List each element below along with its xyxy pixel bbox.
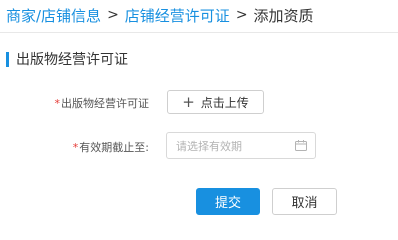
expiry-label-text: 有效期截止至: [79, 141, 149, 154]
upload-button-label: 点击上传 [200, 95, 249, 110]
section-title: 出版物经营许可证 [6, 50, 128, 68]
breadcrumb: 商家/店铺信息 > 店铺经营许可证 > 添加资质 [6, 4, 314, 26]
header-divider [0, 32, 398, 33]
breadcrumb-separator: > [235, 7, 248, 23]
submit-button[interactable]: 提交 [196, 188, 260, 215]
expiry-field-label: *有效期截止至: [73, 139, 149, 155]
required-mark: * [72, 141, 79, 154]
breadcrumb-link-store-license[interactable]: 店铺经营许可证 [125, 5, 230, 26]
section-accent-bar [6, 51, 9, 67]
breadcrumb-current-page: 添加资质 [253, 6, 314, 25]
calendar-icon [295, 140, 307, 151]
date-input-placeholder: 请选择有效期 [176, 139, 242, 153]
breadcrumb-separator: > [107, 7, 119, 23]
section-title-text: 出版物经营许可证 [16, 52, 128, 68]
license-field-label: *出版物经营许可证 [55, 95, 150, 111]
cancel-button[interactable]: 取消 [272, 188, 337, 215]
breadcrumb-link-merchant-info[interactable]: 商家/店铺信息 [6, 5, 101, 26]
expiry-date-picker[interactable]: 请选择有效期 [166, 132, 316, 159]
upload-button[interactable]: + 点击上传 [167, 90, 264, 114]
license-label-text: 出版物经营许可证 [61, 97, 149, 110]
required-mark: * [54, 97, 61, 110]
plus-icon: + [182, 92, 195, 111]
